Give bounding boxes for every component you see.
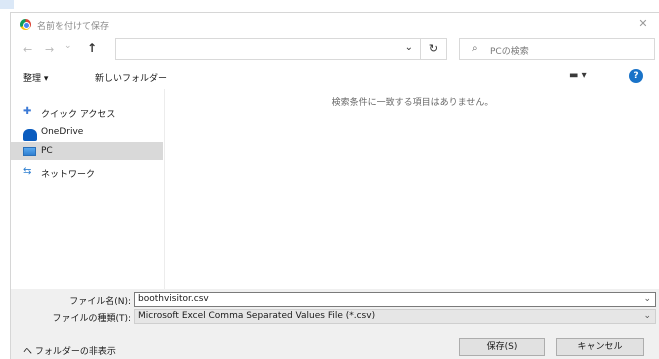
filename-label: ファイル名(N): (69, 297, 131, 307)
nav-item-label: ネットワーク (41, 170, 96, 180)
new-folder-button[interactable]: 新しいフォルダー (95, 71, 167, 84)
title-bar: 名前を付けて保存 ✕ (11, 13, 659, 37)
command-toolbar: 整理 ▾ 新しいフォルダー ▬ ▾ ? (11, 65, 659, 87)
search-placeholder: PCの検索 (490, 47, 529, 57)
close-button[interactable]: ✕ (635, 16, 651, 32)
filetype-value: Microsoft Excel Comma Separated Values F… (138, 311, 376, 321)
help-icon[interactable]: ? (629, 69, 643, 83)
navigation-pane: ✚ クイック アクセス OneDrive PC ⇆ ネットワーク (11, 89, 165, 297)
background-strip (0, 0, 659, 10)
pc-monitor-icon (23, 147, 36, 156)
search-box[interactable]: ⌕ PCの検索 (459, 38, 655, 60)
refresh-button[interactable]: ↻ (421, 38, 447, 60)
filetype-label: ファイルの種類(T): (52, 314, 131, 324)
up-arrow-icon[interactable]: ↑ (87, 41, 97, 55)
nav-item-onedrive[interactable]: OneDrive (11, 123, 163, 141)
empty-results-message: 検索条件に一致する項目はありません。 (331, 98, 494, 108)
forward-arrow-icon[interactable]: → (45, 43, 54, 56)
background-tab (0, 0, 14, 9)
chrome-app-icon (20, 19, 31, 30)
nav-item-pc[interactable]: PC (11, 142, 163, 160)
nav-item-quick-access[interactable]: ✚ クイック アクセス (11, 103, 163, 121)
chevron-down-icon[interactable]: ⌄ (643, 311, 651, 321)
search-icon: ⌕ (472, 43, 478, 54)
onedrive-cloud-icon (23, 129, 37, 141)
organize-menu-button[interactable]: 整理 ▾ (23, 71, 48, 84)
save-form-panel: ファイル名(N): boothvisitor.csv ⌄ ファイルの種類(T):… (11, 289, 659, 359)
filetype-select[interactable]: Microsoft Excel Comma Separated Values F… (134, 309, 656, 324)
view-options-icon[interactable]: ▬ ▾ (569, 70, 587, 81)
nav-item-label: OneDrive (41, 127, 84, 137)
recent-locations-chevron-icon[interactable]: ⌄ (64, 41, 72, 51)
save-button[interactable]: 保存(S) (459, 338, 545, 356)
filename-field[interactable]: boothvisitor.csv ⌄ (134, 292, 656, 307)
nav-item-network[interactable]: ⇆ ネットワーク (11, 163, 163, 181)
back-arrow-icon[interactable]: ← (23, 43, 32, 56)
nav-item-label: PC (41, 146, 53, 156)
quick-access-pin-icon: ✚ (23, 106, 32, 117)
address-bar[interactable]: ⌄ (115, 38, 421, 60)
hide-folders-toggle[interactable]: ヘ フォルダーの非表示 (23, 344, 116, 357)
address-dropdown-chevron-icon[interactable]: ⌄ (405, 42, 413, 53)
window-title: 名前を付けて保存 (37, 22, 110, 32)
cancel-button[interactable]: キャンセル (556, 338, 644, 356)
filename-value: boothvisitor.csv (138, 294, 209, 304)
save-as-dialog: 名前を付けて保存 ✕ ← → ⌄ ↑ ⌄ ↻ ⌕ PCの検索 整理 ▾ 新しいフ… (10, 12, 659, 359)
chevron-down-icon[interactable]: ⌄ (643, 294, 651, 304)
nav-item-label: クイック アクセス (41, 110, 116, 120)
network-icon: ⇆ (23, 166, 32, 177)
